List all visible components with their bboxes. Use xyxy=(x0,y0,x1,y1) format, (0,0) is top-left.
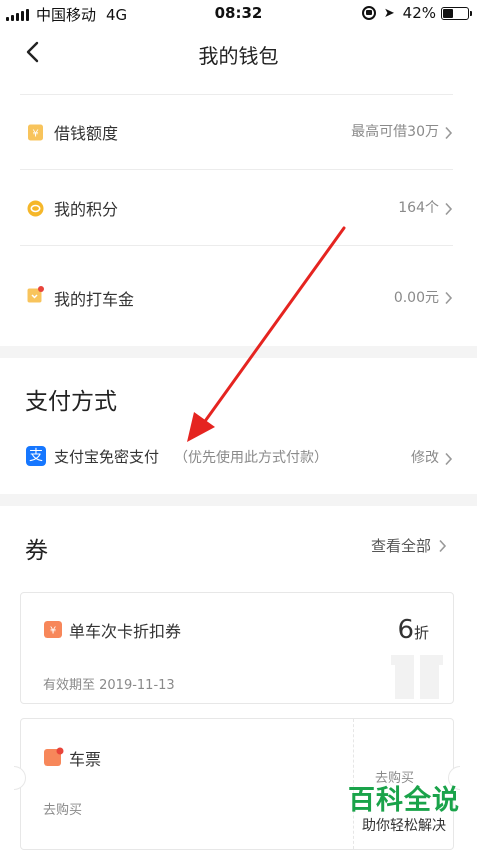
ride-money-icon xyxy=(27,286,44,303)
loan-quota-icon: ¥ xyxy=(28,124,43,141)
battery-percent: 42% xyxy=(402,4,436,22)
ticket-icon xyxy=(44,747,64,766)
row-label: 我的打车金 xyxy=(54,290,135,309)
nav-bar: 我的钱包 xyxy=(0,26,477,80)
coupon-title: 券 xyxy=(25,538,48,564)
chevron-right-icon xyxy=(445,126,453,140)
watermark-main: 百科全说 xyxy=(348,785,460,816)
buy-button[interactable]: 去购买 xyxy=(375,767,414,786)
location-arrow-icon: ➤ xyxy=(383,5,395,21)
discount-unit: 折 xyxy=(413,624,429,642)
status-bar: 中国移动 4G 08:32 ➤ 42% xyxy=(0,0,477,26)
alipay-icon: 支 xyxy=(26,446,46,466)
section-gap xyxy=(0,346,477,358)
row-my-points[interactable]: 我的积分 164个 xyxy=(0,170,477,246)
row-value: 最高可借30万 xyxy=(351,124,439,140)
view-all-coupons-link[interactable]: 查看全部 xyxy=(371,535,431,556)
row-label: 借钱额度 xyxy=(54,124,119,143)
page-title: 我的钱包 xyxy=(198,44,279,68)
coupon-title: 车票 xyxy=(69,750,102,769)
chevron-right-icon xyxy=(445,291,453,305)
chevron-right-icon xyxy=(445,452,453,466)
svg-text:¥: ¥ xyxy=(32,129,38,140)
gift-watermark-icon xyxy=(391,655,443,699)
payment-section: 支付方式 支 支付宝免密支付 （优先使用此方式付款） 修改 xyxy=(0,358,477,494)
payment-title: 支付方式 xyxy=(25,389,117,415)
row-value: 164个 xyxy=(398,200,439,216)
status-right: ➤ 42% xyxy=(361,4,472,22)
watermark-sub: 助你轻松解决 xyxy=(362,818,446,834)
baike-watermark: 百科全说 助你轻松解决 xyxy=(345,786,463,836)
coupon-ticket-icon: ¥ xyxy=(44,621,62,638)
coupon-title: 单车次卡折扣券 xyxy=(69,622,182,641)
coupon-card-discount[interactable]: ¥ 单车次卡折扣券 有效期至 2019-11-13 6折 xyxy=(20,592,454,704)
discount-number: 6 xyxy=(397,615,414,645)
battery-icon xyxy=(441,6,472,20)
row-label: 我的积分 xyxy=(54,200,119,219)
section-gap xyxy=(0,494,477,506)
chevron-right-icon xyxy=(439,539,447,553)
rotation-lock-icon xyxy=(361,6,376,20)
points-coin-icon xyxy=(27,200,44,217)
row-loan-quota[interactable]: ¥ 借钱额度 最高可借30万 xyxy=(0,94,477,170)
edit-payment-button[interactable]: 修改 xyxy=(411,447,439,467)
buy-link[interactable]: 去购买 xyxy=(43,799,82,818)
row-ride-money[interactable]: 我的打车金 0.00元 xyxy=(0,246,477,346)
coupon-discount: 6折 xyxy=(397,615,429,645)
chevron-right-icon xyxy=(445,202,453,216)
payment-method-hint: （优先使用此方式付款） xyxy=(174,450,328,466)
svg-text:¥: ¥ xyxy=(50,626,56,637)
coupon-expiry: 有效期至 2019-11-13 xyxy=(43,678,175,693)
payment-method-label[interactable]: 支付宝免密支付 xyxy=(54,446,159,467)
row-value: 0.00元 xyxy=(393,290,439,306)
wallet-list: ¥ 借钱额度 最高可借30万 我的积分 164个 我的打车金 0.00元 xyxy=(0,80,477,346)
